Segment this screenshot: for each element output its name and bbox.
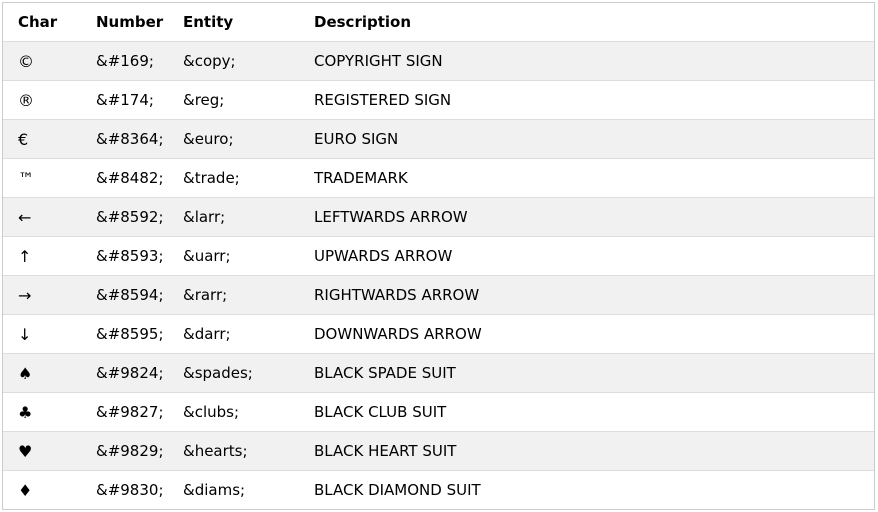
header-number: Number [81,3,168,42]
header-entity: Entity [168,3,299,42]
cell-char: ♣ [18,402,33,422]
table-row: ® &#174; &reg; REGISTERED SIGN [3,80,874,120]
cell-entity: &larr; [183,208,226,226]
cell-number: &#8482; [96,169,164,187]
table-row: ↑ &#8593; &uarr; UPWARDS ARROW [3,236,874,276]
table-row: ♥ &#9829; &hearts; BLACK HEART SUIT [3,431,874,471]
cell-description: BLACK HEART SUIT [314,442,457,460]
html-entities-table: Char Number Entity Description © &#169; … [3,3,874,509]
cell-description: BLACK SPADE SUIT [314,364,456,382]
cell-entity: &darr; [183,325,231,343]
cell-description: COPYRIGHT SIGN [314,52,443,70]
cell-number: &#9829; [96,442,164,460]
cell-char: € [18,129,29,149]
cell-description: REGISTERED SIGN [314,91,452,109]
table-row: ™ &#8482; &trade; TRADEMARK [3,158,874,198]
table-header-row: Char Number Entity Description [3,3,874,42]
header-description: Description [299,3,874,42]
cell-description: UPWARDS ARROW [314,247,453,265]
cell-number: &#9824; [96,364,164,382]
cell-number: &#8594; [96,286,164,304]
cell-entity: &copy; [183,52,236,70]
cell-number: &#169; [96,52,154,70]
cell-description: BLACK CLUB SUIT [314,403,447,421]
entity-table-container: Char Number Entity Description © &#169; … [2,2,875,510]
cell-entity: &spades; [183,364,253,382]
header-char: Char [3,3,81,42]
cell-char: ♦ [18,480,33,500]
cell-description: RIGHTWARDS ARROW [314,286,480,304]
cell-number: &#174; [96,91,154,109]
cell-description: LEFTWARDS ARROW [314,208,468,226]
cell-entity: &uarr; [183,247,231,265]
table-row: ← &#8592; &larr; LEFTWARDS ARROW [3,197,874,237]
table-row: © &#169; &copy; COPYRIGHT SIGN [3,41,874,81]
cell-description: TRADEMARK [314,169,408,187]
table-row: ♣ &#9827; &clubs; BLACK CLUB SUIT [3,392,874,432]
table-row: → &#8594; &rarr; RIGHTWARDS ARROW [3,275,874,315]
cell-char: ↑ [18,246,32,266]
cell-entity: &euro; [183,130,234,148]
cell-entity: &hearts; [183,442,248,460]
cell-description: BLACK DIAMOND SUIT [314,481,481,499]
cell-char: ♠ [18,363,33,383]
cell-entity: &rarr; [183,286,228,304]
table-row: ♠ &#9824; &spades; BLACK SPADE SUIT [3,353,874,393]
cell-number: &#8593; [96,247,164,265]
cell-char: ♥ [18,441,33,461]
cell-description: EURO SIGN [314,130,399,148]
cell-number: &#9830; [96,481,164,499]
cell-entity: &clubs; [183,403,240,421]
cell-char: © [18,51,34,71]
cell-char: ™ [18,168,34,188]
cell-char: ® [18,90,34,110]
table-row: € &#8364; &euro; EURO SIGN [3,119,874,159]
cell-entity: &trade; [183,169,240,187]
cell-char: ↓ [18,324,32,344]
cell-description: DOWNWARDS ARROW [314,325,482,343]
cell-entity: &reg; [183,91,225,109]
cell-number: &#8364; [96,130,164,148]
cell-number: &#8592; [96,208,164,226]
table-row: ↓ &#8595; &darr; DOWNWARDS ARROW [3,314,874,354]
cell-char: ← [18,207,32,227]
cell-char: → [18,285,32,305]
cell-entity: &diams; [183,481,246,499]
cell-number: &#8595; [96,325,164,343]
cell-number: &#9827; [96,403,164,421]
table-row: ♦ &#9830; &diams; BLACK DIAMOND SUIT [3,470,874,509]
